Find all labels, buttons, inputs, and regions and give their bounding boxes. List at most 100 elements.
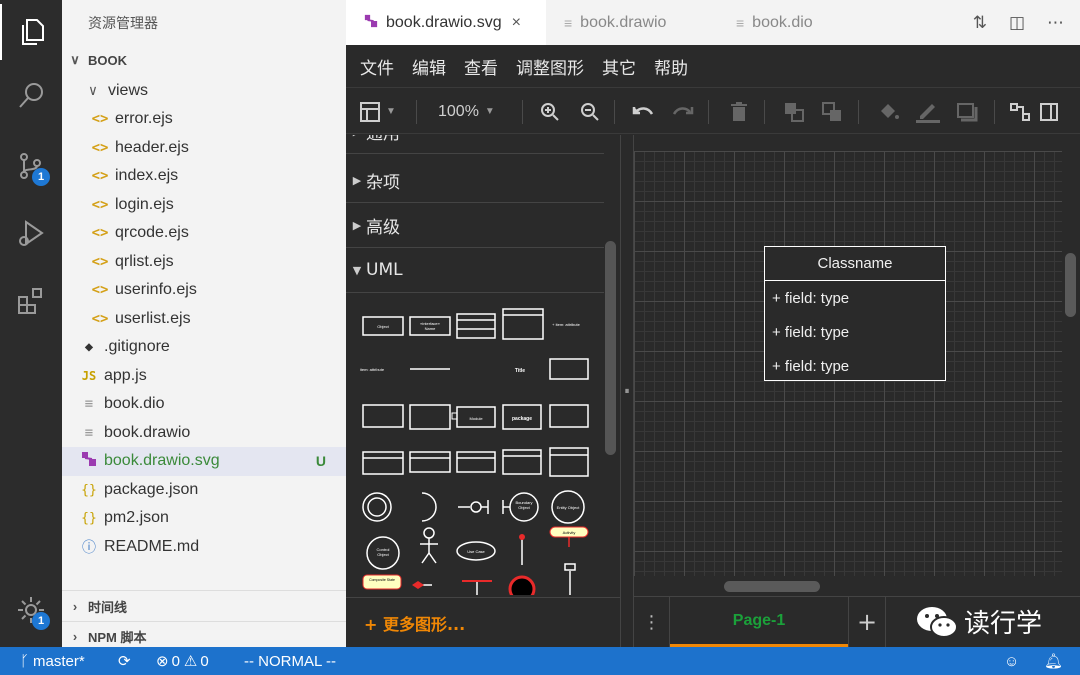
split-editor-icon[interactable]: ◫	[1009, 13, 1025, 33]
fill-color-icon[interactable]	[878, 88, 900, 135]
vim-mode: -- NORMAL --	[244, 652, 336, 670]
menu-file[interactable]: 文件	[360, 54, 394, 79]
tree-item-qrcode-ejs[interactable]: <> qrcode.ejs	[62, 219, 346, 248]
tab-book-dio[interactable]: ≡ book.dio	[718, 0, 874, 45]
category-label: 通用	[366, 135, 400, 144]
format-panel-icon[interactable]: ▼	[360, 88, 396, 135]
timeline-section-header[interactable]: › 时间线	[62, 591, 346, 621]
redo-icon[interactable]	[672, 88, 694, 135]
tree-item-pm2-json[interactable]: {} pm2.json	[62, 504, 346, 533]
page-menu-button[interactable]: ⋮	[634, 597, 670, 647]
uml-class-shape[interactable]: Classname + field: type + field: type + …	[764, 246, 946, 381]
category-general[interactable]: ▶ 通用	[346, 135, 604, 154]
zoom-dropdown[interactable]: 100% ▼	[438, 88, 495, 135]
run-debug-icon[interactable]	[0, 205, 62, 261]
svg-text:package: package	[512, 416, 532, 422]
to-back-icon[interactable]	[822, 88, 842, 135]
class-field[interactable]: + field: type	[765, 281, 945, 315]
zoom-out-icon[interactable]	[580, 88, 600, 135]
tree-item-book-dio[interactable]: ≡ book.dio	[62, 390, 346, 419]
tree-item-package-json[interactable]: {} package.json	[62, 476, 346, 505]
drawio-toolbar: ▼ 100% ▼	[346, 87, 1080, 134]
tree-item-login-ejs[interactable]: <> login.ejs	[62, 191, 346, 220]
tree-item-gitignore[interactable]: ◆ .gitignore	[62, 333, 346, 362]
more-actions-icon[interactable]: ⋯	[1047, 13, 1064, 33]
tree-item-app-js[interactable]: JS app.js	[62, 362, 346, 391]
delete-icon[interactable]	[730, 88, 748, 135]
tree-item-index-ejs[interactable]: <> index.ejs	[62, 162, 346, 191]
tree-item-label: userlist.ejs	[115, 310, 191, 328]
class-field[interactable]: + field: type	[765, 349, 945, 383]
diagram-canvas-area[interactable]: Classname + field: type + field: type + …	[634, 135, 1080, 596]
tab-label: book.drawio.svg	[386, 13, 502, 31]
undo-icon[interactable]	[632, 88, 654, 135]
tab-label: book.drawio	[580, 13, 667, 31]
svg-text:Use Case: Use Case	[467, 549, 485, 554]
tab-book-drawio[interactable]: ≡ book.drawio	[546, 0, 718, 45]
canvas-vertical-scrollbar[interactable]	[1065, 253, 1076, 317]
tree-item-book-drawio-svg[interactable]: book.drawio.svg U	[62, 447, 346, 476]
tree-item-book-drawio[interactable]: ≡ book.drawio	[62, 419, 346, 448]
status-bar: ᚴ master* ⟳ ⊗ 0 ⚠ 0 -- NORMAL -- ☺ 🔔︎	[0, 647, 1080, 675]
more-shapes-button[interactable]: + 更多图形...	[346, 597, 620, 647]
notifications-bell-icon[interactable]: 🔔︎	[1044, 647, 1063, 675]
tree-item-label: index.ejs	[115, 167, 179, 185]
tree-folder-views[interactable]: ∨ views	[62, 77, 346, 106]
warning-count: 0	[200, 652, 209, 670]
activity-bar: 1 1	[0, 0, 62, 647]
close-icon[interactable]: ×	[512, 14, 521, 32]
tab-book-drawio-svg[interactable]: book.drawio.svg ×	[346, 0, 546, 45]
class-name[interactable]: Classname	[765, 247, 945, 281]
ejs-file-icon: <>	[91, 282, 109, 299]
tree-item-readme-md[interactable]: ⓘ README.md	[62, 533, 346, 562]
waypoints-icon[interactable]	[1010, 88, 1032, 135]
source-control-icon[interactable]: 1	[0, 138, 62, 194]
svg-text:Entity Object: Entity Object	[557, 505, 581, 510]
ejs-file-icon: <>	[91, 140, 109, 157]
open-changes-icon[interactable]: ⇅	[973, 13, 987, 33]
category-label: 高级	[366, 217, 400, 238]
explorer-root-header[interactable]: ∨ BOOK	[62, 45, 346, 75]
menu-edit[interactable]: 编辑	[412, 54, 446, 79]
shapes-scrollbar[interactable]	[605, 241, 616, 455]
search-icon[interactable]	[0, 68, 62, 124]
git-branch-status[interactable]: ᚴ master*	[20, 647, 85, 675]
manage-gear-icon[interactable]: 1	[0, 582, 62, 638]
category-advanced[interactable]: ▶ 高级	[346, 203, 604, 248]
chevron-right-icon: ▶	[352, 218, 362, 232]
extensions-icon[interactable]	[0, 272, 62, 328]
add-page-button[interactable]: +	[848, 597, 886, 647]
svg-text:item: attribute: item: attribute	[360, 367, 385, 372]
problems-status[interactable]: ⊗ 0 ⚠ 0	[156, 647, 209, 675]
zoom-in-icon[interactable]	[540, 88, 560, 135]
to-front-icon[interactable]	[784, 88, 804, 135]
grid-canvas[interactable]: Classname + field: type + field: type + …	[634, 151, 1062, 576]
canvas-horizontal-scrollbar[interactable]	[724, 581, 820, 592]
menu-view[interactable]: 查看	[464, 54, 498, 79]
git-file-icon: ◆	[84, 339, 94, 356]
feedback-icon[interactable]: ☺	[1004, 647, 1019, 675]
tree-item-header-ejs[interactable]: <> header.ejs	[62, 134, 346, 163]
category-label: 杂项	[366, 172, 400, 193]
shadow-icon[interactable]	[956, 88, 978, 135]
menu-arrange[interactable]: 调整图形	[516, 54, 584, 79]
line-color-icon[interactable]	[916, 88, 940, 135]
tree-item-error-ejs[interactable]: <> error.ejs	[62, 105, 346, 134]
category-uml[interactable]: ▼ UML	[346, 248, 604, 293]
category-misc[interactable]: ▶ 杂项	[346, 158, 604, 203]
tree-item-userlist-ejs[interactable]: <> userlist.ejs	[62, 305, 346, 334]
sync-icon[interactable]: ⟳	[118, 647, 131, 675]
explorer-icon[interactable]	[0, 4, 62, 60]
tree-item-userinfo-ejs[interactable]: <> userinfo.ejs	[62, 276, 346, 305]
page-tab-page-1[interactable]: Page-1	[670, 597, 848, 647]
tree-item-qrlist-ejs[interactable]: <> qrlist.ejs	[62, 248, 346, 277]
class-field[interactable]: + field: type	[765, 315, 945, 349]
toggle-format-panel-icon[interactable]	[1040, 88, 1058, 135]
menu-help[interactable]: 帮助	[654, 54, 688, 79]
menu-extras[interactable]: 其它	[602, 54, 636, 79]
js-file-icon: JS	[81, 369, 97, 384]
panel-resize-handle[interactable]: ⏸	[620, 135, 634, 647]
chevron-right-icon: ▶	[348, 135, 366, 138]
uml-shape-palette[interactable]: Object «interface» Name + item: attribut…	[346, 295, 604, 595]
ejs-file-icon: <>	[91, 168, 109, 185]
